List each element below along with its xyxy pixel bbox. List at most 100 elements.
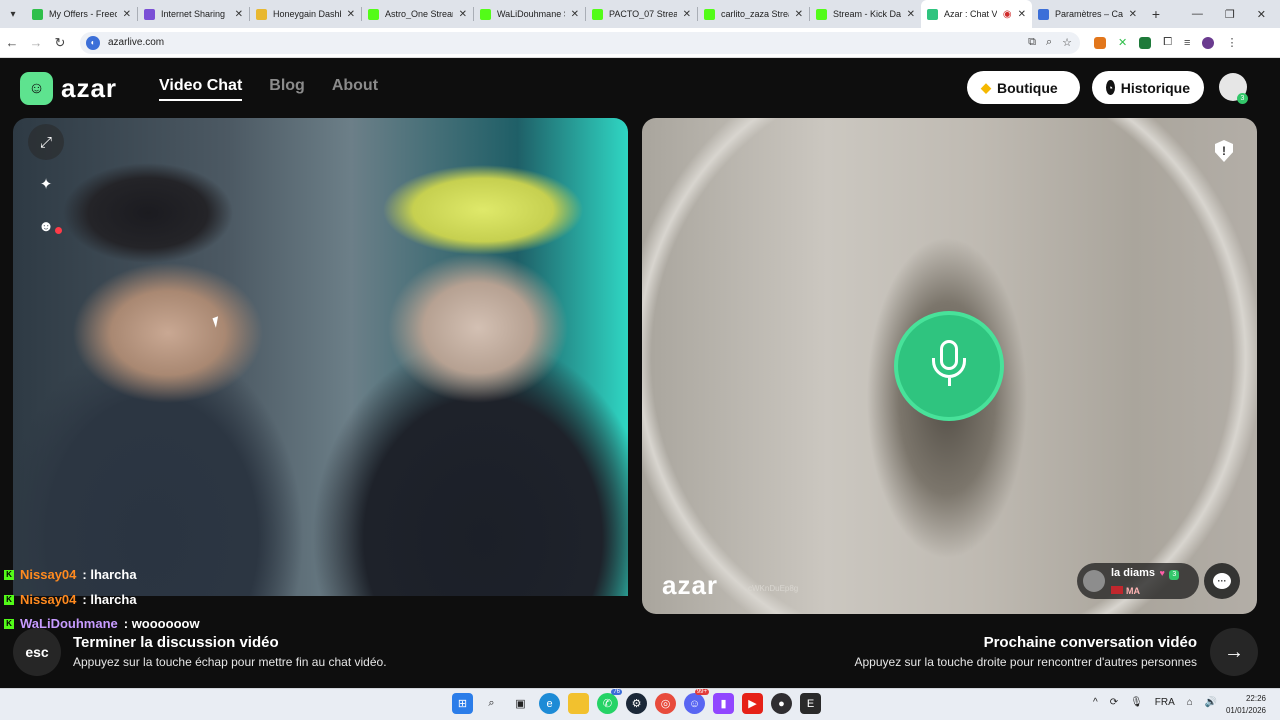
- nav-blog[interactable]: Blog: [269, 77, 305, 101]
- volume-icon[interactable]: 🔊: [1205, 697, 1217, 708]
- tab-close-icon[interactable]: ✕: [1018, 9, 1026, 20]
- tab-close-icon[interactable]: ✕: [571, 9, 579, 20]
- nav-about[interactable]: About: [332, 77, 378, 101]
- boutique-button[interactable]: ◆ Boutique: [967, 71, 1080, 104]
- extension-icon[interactable]: ✕: [1118, 36, 1127, 49]
- discord-icon[interactable]: ☺ 99+: [684, 689, 709, 714]
- tab-close-icon[interactable]: ✕: [683, 9, 691, 20]
- epic-games-icon[interactable]: E: [800, 693, 821, 714]
- tab-favicon-icon: [1038, 8, 1049, 20]
- taskbar-apps: ⊞ ⌕ ▣ e ✆ 76 ⚙ ◎ ☺ 99+ ▮ ▶ ● E: [452, 689, 821, 714]
- browser-tab[interactable]: Honeygain Dashb ✕: [250, 0, 361, 28]
- video-watermark: azar: [662, 570, 719, 600]
- task-view-icon[interactable]: ▣: [510, 693, 531, 714]
- new-tab-button[interactable]: +: [1143, 6, 1169, 22]
- browser-tab[interactable]: My Offers - Freec ✕: [26, 0, 137, 28]
- browser-tab[interactable]: Astro_One Stream ✕: [362, 0, 473, 28]
- peer-level: 3: [1169, 569, 1180, 580]
- report-shield-icon[interactable]: !: [1215, 140, 1233, 162]
- metamask-icon[interactable]: [1094, 36, 1106, 49]
- partner-video: ! azar cWKnDuEp8g la diams ♥ 3 MA ···: [642, 118, 1257, 614]
- bookmark-star-icon[interactable]: ☆: [1062, 36, 1072, 49]
- nav-video-chat[interactable]: Video Chat: [159, 77, 243, 101]
- microphone-icon: [930, 340, 968, 392]
- twitch-icon[interactable]: ▮: [713, 693, 734, 714]
- taskbar: ⊞ ⌕ ▣ e ✆ 76 ⚙ ◎ ☺ 99+ ▮ ▶ ● E ^ ⟳ 🎙 FRA ⌂…: [0, 688, 1280, 720]
- chrome-icon[interactable]: ◎: [655, 693, 676, 714]
- file-explorer-icon[interactable]: [568, 693, 589, 714]
- azar-logo-icon: ☺: [20, 72, 53, 105]
- tab-search-icon[interactable]: ▾: [0, 0, 26, 28]
- chat-button[interactable]: ···: [1204, 563, 1240, 599]
- clock-icon: ◔: [1106, 80, 1115, 95]
- tab-close-icon[interactable]: ✕: [907, 9, 915, 20]
- peer-info[interactable]: la diams ♥ 3 MA: [1077, 563, 1199, 599]
- browser-tab[interactable]: Paramètres – Can ✕: [1032, 0, 1143, 28]
- reload-icon[interactable]: ↻: [48, 35, 72, 51]
- chevron-up-icon[interactable]: ^: [1093, 697, 1098, 708]
- chat-message: K Nissay04: lharcha: [4, 563, 200, 588]
- chat-message: K Nissay04: lharcha: [4, 588, 200, 613]
- heart-icon: ♥: [1159, 568, 1165, 578]
- extensions-area: ✕ ⧠ ≡ ⋮: [1080, 36, 1237, 49]
- historique-button[interactable]: ◔ Historique: [1092, 71, 1204, 104]
- address-bar: ← → ↻ ◐ azarlive.com ⧉ ⌕ ☆ ✕ ⧠ ≡ ⋮: [0, 28, 1280, 58]
- tab-favicon-icon: [368, 8, 379, 20]
- reading-list-icon[interactable]: ≡: [1184, 37, 1190, 49]
- zoom-icon[interactable]: ⌕: [1046, 36, 1052, 49]
- browser-tab[interactable]: PACTO_07 Stream✕: [586, 0, 697, 28]
- back-icon[interactable]: ←: [0, 35, 24, 50]
- effects-sparkle-icon[interactable]: ✦: [28, 166, 64, 202]
- expand-icon[interactable]: ⤢: [28, 124, 64, 160]
- steam-icon[interactable]: ⚙: [626, 693, 647, 714]
- azar-logo[interactable]: ☺ azar: [20, 72, 117, 105]
- network-icon[interactable]: ⌂: [1187, 697, 1193, 708]
- tab-close-icon[interactable]: ✕: [235, 9, 243, 20]
- youtube-icon[interactable]: ▶: [742, 693, 763, 714]
- browser-tab-active[interactable]: Azar : Chat Vi ◉ ✕: [921, 0, 1032, 28]
- tab-close-icon[interactable]: ✕: [347, 9, 355, 20]
- esc-button[interactable]: esc: [13, 628, 61, 676]
- clock[interactable]: 22:26 01/01/2026: [1222, 693, 1266, 717]
- tab-close-icon[interactable]: ✕: [795, 9, 803, 20]
- clock-date: 01/01/2026: [1225, 706, 1266, 715]
- browser-tab[interactable]: Stream - Kick Das ✕: [810, 0, 921, 28]
- peer-name: la diams: [1111, 567, 1156, 579]
- menu-icon[interactable]: ⋮: [1226, 36, 1237, 49]
- language-indicator[interactable]: FRA: [1155, 697, 1175, 708]
- extension-icon[interactable]: [1139, 36, 1152, 49]
- windows-start-icon[interactable]: ⊞: [452, 693, 473, 714]
- kick-icon: K: [4, 595, 14, 605]
- close-window-icon[interactable]: ✕: [1257, 8, 1266, 21]
- whatsapp-icon[interactable]: ✆ 76: [597, 689, 622, 714]
- search-icon[interactable]: ⌕: [481, 693, 502, 714]
- tab-favicon-icon: [592, 8, 603, 20]
- site-header: ☺ azar Video Chat Blog About ◆ Boutique …: [0, 59, 1280, 117]
- browser-tab[interactable]: carlito_zaza Strea ✕: [698, 0, 809, 28]
- chat-overlay: K Nissay04: lharcha K Nissay04: lharcha KW…: [4, 563, 200, 637]
- url-field[interactable]: ◐ azarlive.com ⧉ ⌕ ☆: [80, 31, 1080, 54]
- microphone-tray-icon[interactable]: 🎙: [1130, 697, 1143, 708]
- edge-icon[interactable]: e: [539, 693, 560, 714]
- tab-favicon-icon: [927, 8, 938, 20]
- face-filter-icon[interactable]: ☻: [28, 208, 64, 244]
- browser-tab[interactable]: WaLiDouhmane S ✕: [474, 0, 585, 28]
- next-arrow-button[interactable]: →: [1210, 628, 1258, 676]
- minimize-icon[interactable]: —: [1192, 8, 1203, 20]
- install-icon[interactable]: ⧉: [1028, 36, 1036, 49]
- end-chat-hint: Appuyez sur la touche échap pour mettre …: [73, 655, 387, 669]
- site-info-icon[interactable]: ◐: [86, 35, 100, 50]
- gem-icon: ◆: [981, 79, 991, 95]
- tab-close-icon[interactable]: ✕: [123, 9, 131, 20]
- microphone-button[interactable]: [894, 311, 1004, 421]
- avatar-badge: 3: [1237, 93, 1248, 104]
- tab-close-icon[interactable]: ✕: [1129, 9, 1137, 20]
- tab-close-icon[interactable]: ✕: [459, 9, 467, 20]
- browser-tab[interactable]: Internet Sharing ✕: [138, 0, 249, 28]
- obs-icon[interactable]: ●: [771, 693, 792, 714]
- profile-icon[interactable]: [1202, 36, 1215, 49]
- maximize-icon[interactable]: ❐: [1225, 8, 1235, 21]
- forward-icon[interactable]: →: [24, 35, 48, 50]
- puzzle-icon[interactable]: ⧠: [1163, 36, 1172, 49]
- sync-icon[interactable]: ⟳: [1110, 697, 1118, 708]
